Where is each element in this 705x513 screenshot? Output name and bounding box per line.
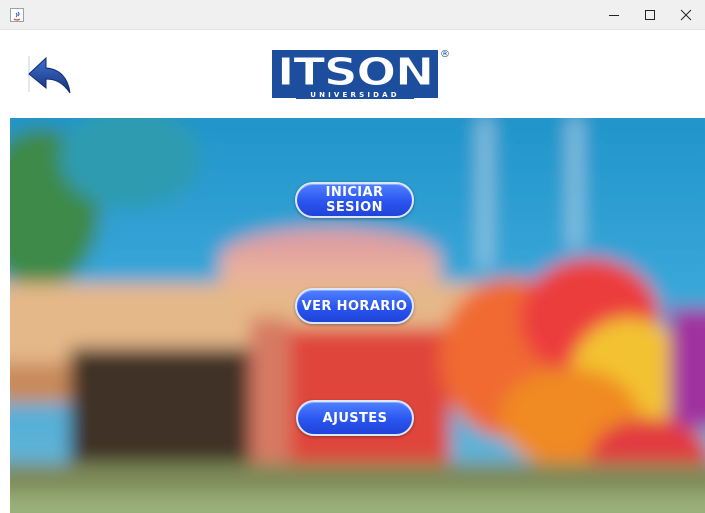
main-panel: INICIAR SESION VER HORARIO AJUSTES xyxy=(10,118,705,513)
header: ITSON UNIVERSIDAD ® xyxy=(0,30,705,118)
back-button[interactable] xyxy=(26,52,72,96)
view-schedule-button[interactable]: VER HORARIO xyxy=(295,288,414,324)
maximize-icon xyxy=(645,10,655,20)
close-icon xyxy=(680,9,692,21)
back-arrow-icon xyxy=(28,56,71,94)
minimize-icon xyxy=(609,15,619,16)
logo-text: ITSON xyxy=(277,50,433,94)
login-button[interactable]: INICIAR SESION xyxy=(295,182,414,218)
close-button[interactable] xyxy=(668,0,704,30)
java-app-icon xyxy=(10,8,24,22)
logo-subtitle: UNIVERSIDAD xyxy=(310,91,400,99)
app-window: ITSON UNIVERSIDAD ® INICIAR SESION VER H… xyxy=(0,0,705,513)
registered-mark: ® xyxy=(440,49,450,60)
minimize-button[interactable] xyxy=(596,0,632,30)
settings-button[interactable]: AJUSTES xyxy=(296,400,414,436)
title-bar xyxy=(0,0,705,30)
itson-logo: ITSON UNIVERSIDAD ® xyxy=(270,44,450,106)
maximize-button[interactable] xyxy=(632,0,668,30)
